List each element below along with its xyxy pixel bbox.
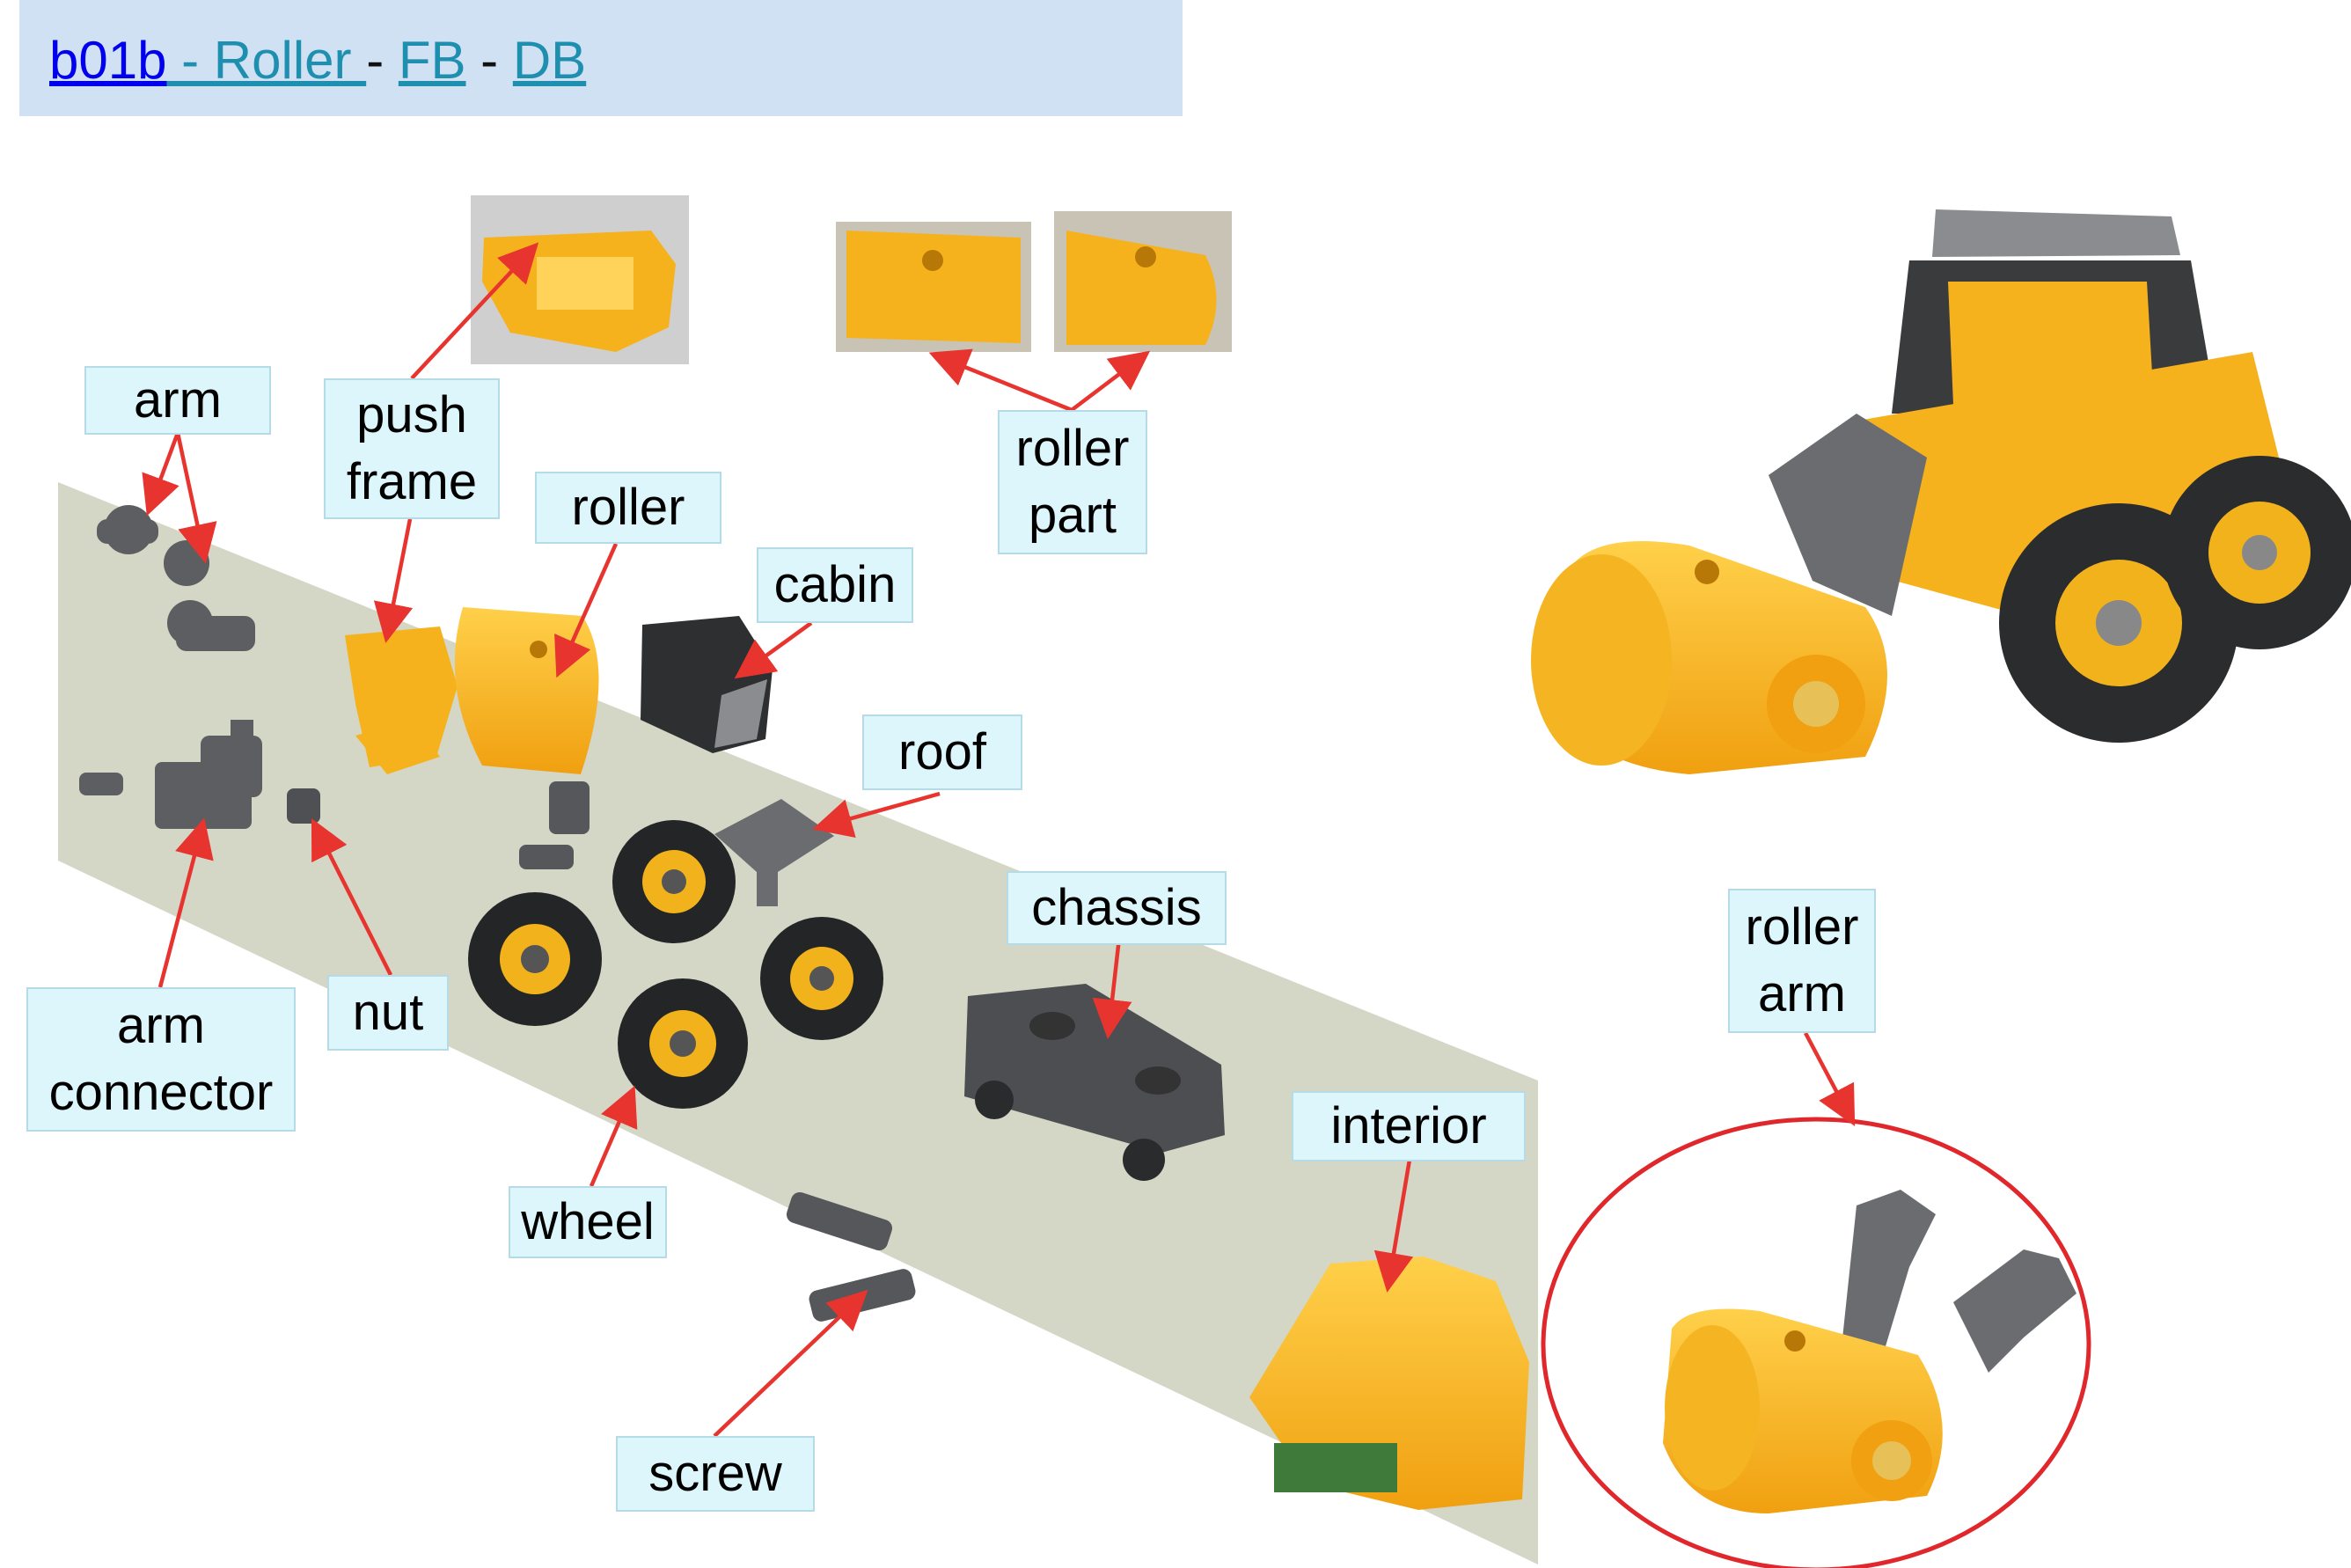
label-cabin: cabin [757, 547, 913, 623]
label-nut: nut [327, 975, 449, 1051]
label-roller-part: roller part [998, 410, 1147, 554]
label-arm-connector: arm connector [26, 987, 296, 1132]
label-chassis: chassis [1007, 871, 1227, 945]
roller-arm-assembly [1663, 1190, 2076, 1513]
label-screw: screw [616, 1436, 815, 1512]
roller-part-photo [836, 222, 1031, 352]
label-wheel: wheel [509, 1186, 667, 1258]
nut-part [287, 788, 320, 824]
label-push-frame: push frame [324, 378, 500, 519]
label-arm: arm [84, 366, 271, 435]
roller-part-photo [1054, 211, 1232, 352]
parts-diagram [58, 195, 2351, 1568]
label-roller-arm: roller arm [1728, 889, 1876, 1033]
label-roof: roof [862, 714, 1022, 790]
label-roller: roller [535, 472, 721, 544]
roller-toy-assembled [1531, 209, 2351, 774]
label-interior: interior [1292, 1091, 1526, 1161]
